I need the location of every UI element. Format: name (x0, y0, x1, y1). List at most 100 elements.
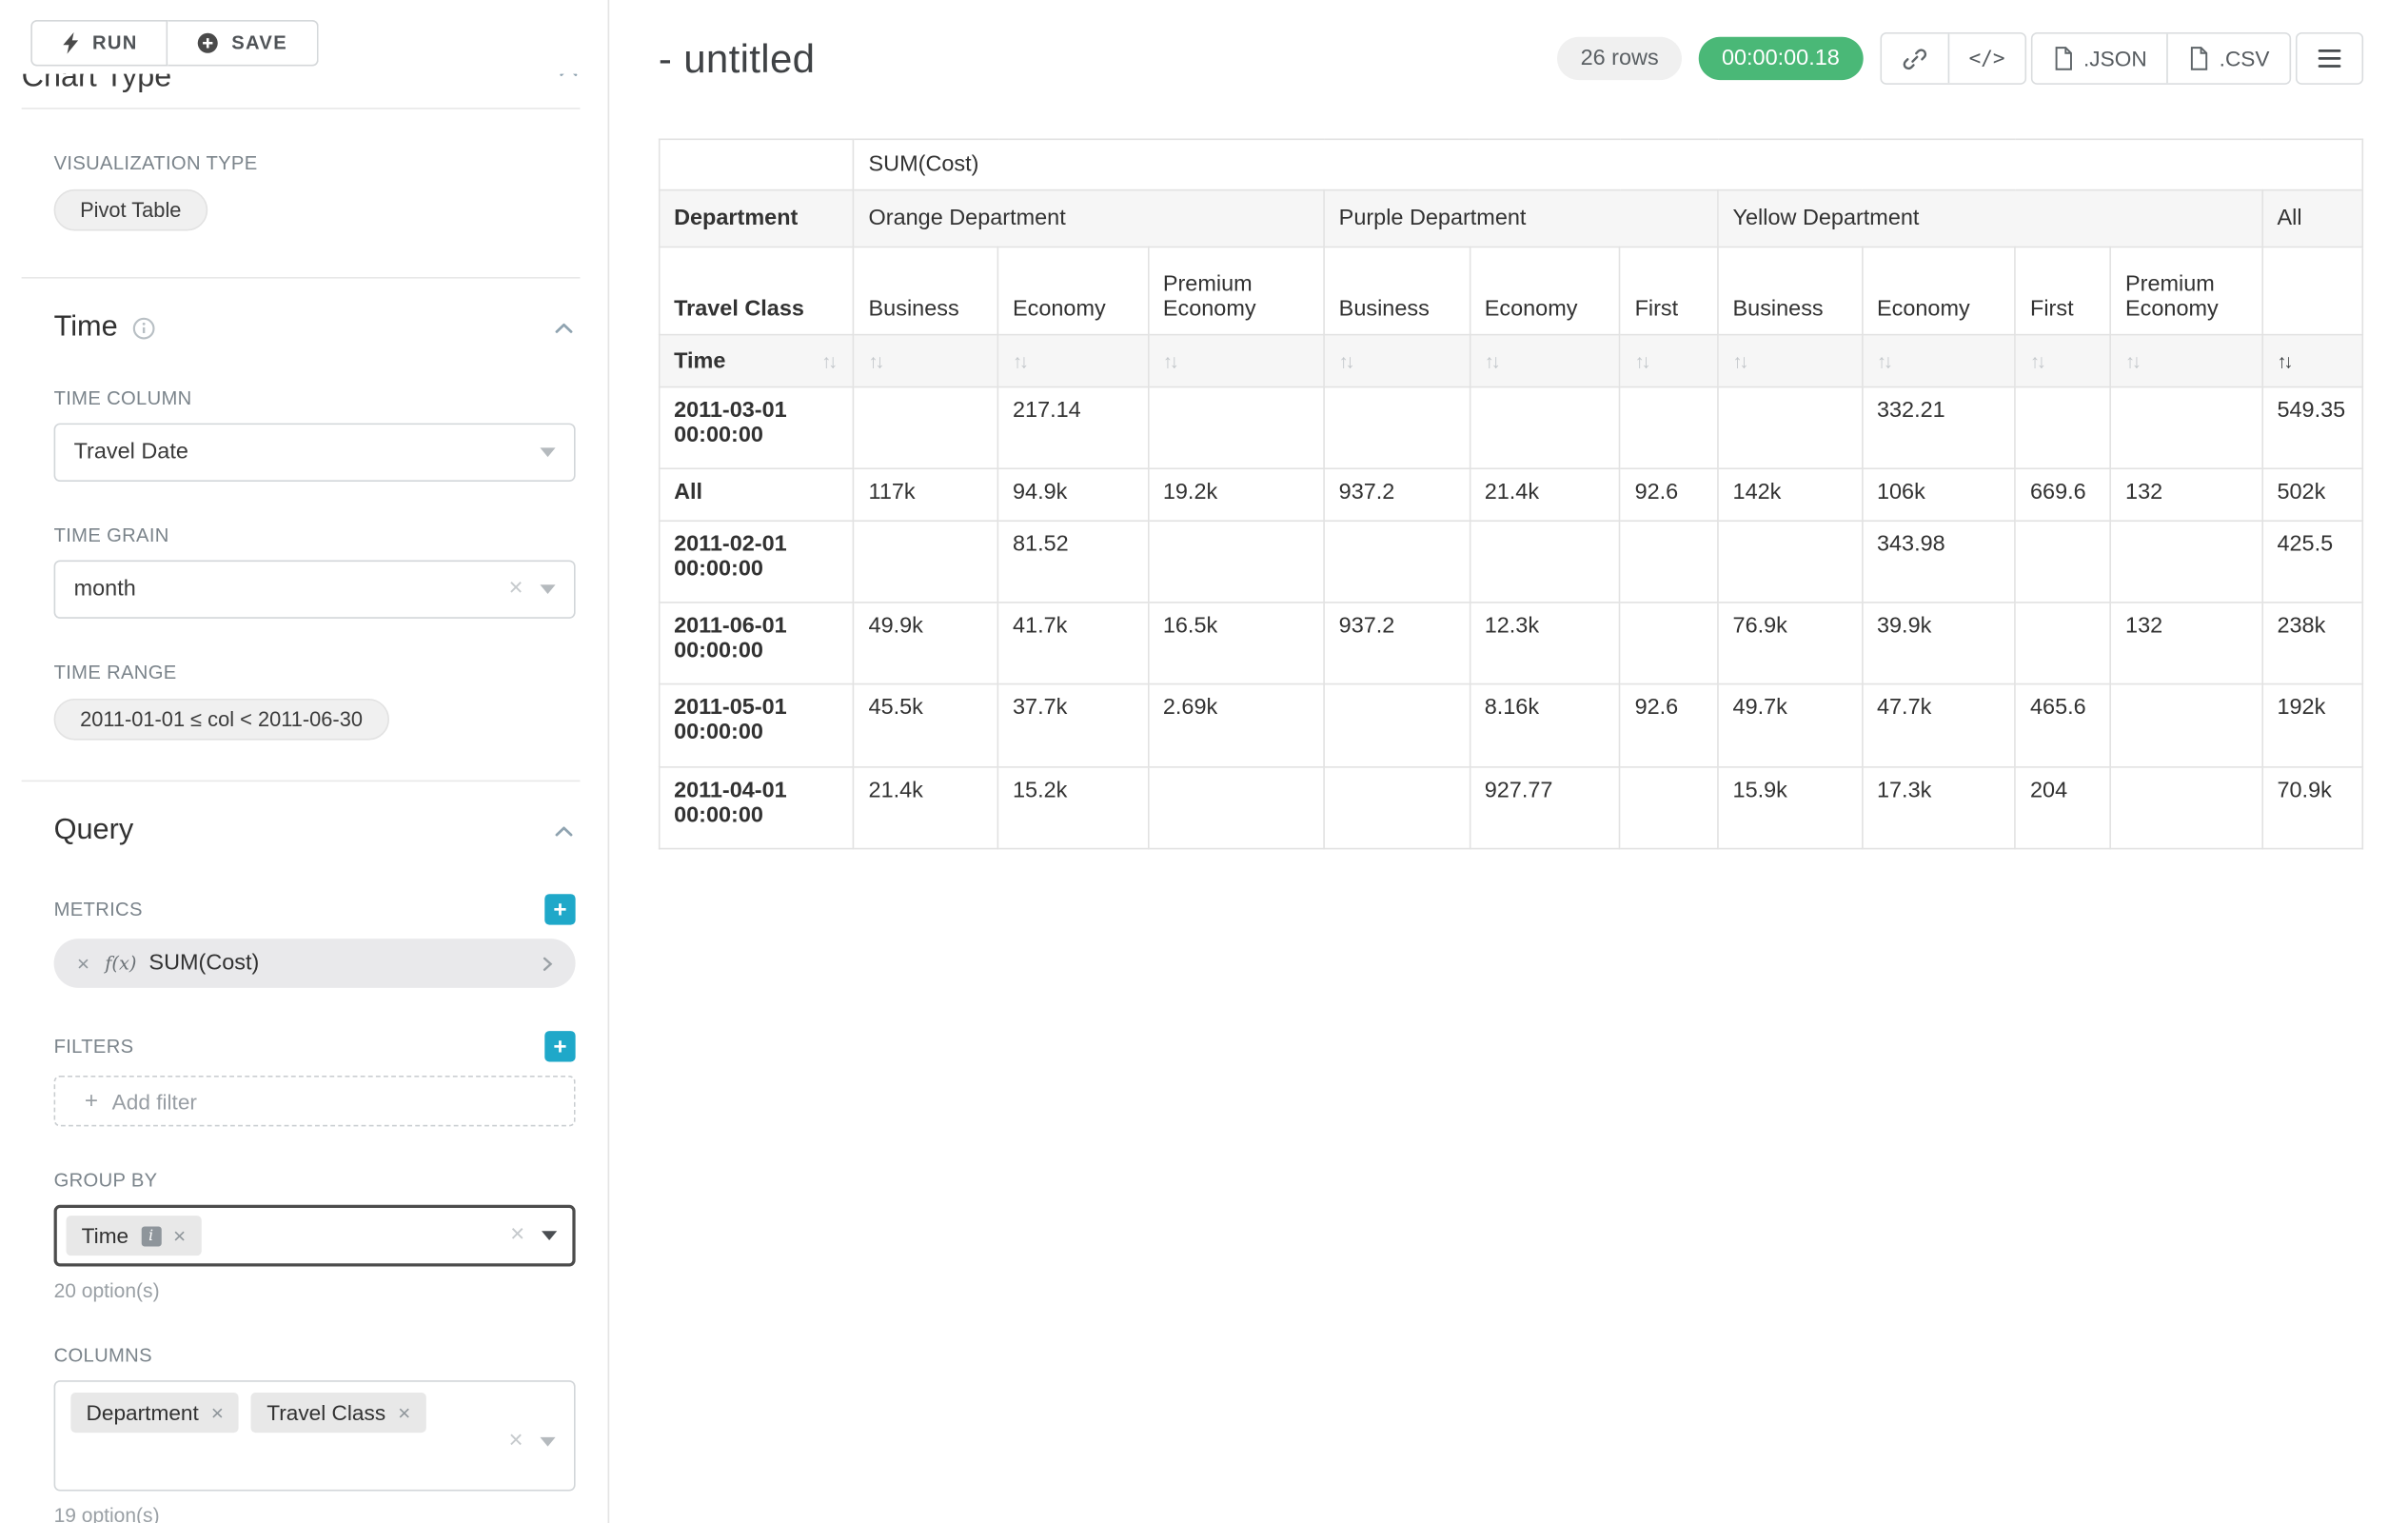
columns-select[interactable]: Department Travel Class (54, 1380, 576, 1491)
export-csv-button[interactable]: .CSV (2167, 34, 2290, 84)
sort-icon[interactable]: ↑↓ (821, 350, 839, 372)
pivot-row-label: 2011-06-01 00:00:00 (660, 603, 854, 684)
divider (22, 781, 581, 782)
chart-header: - untitled 26 rows 00:00:00.18 </> (659, 30, 2363, 86)
sort-icon[interactable]: ↑↓ (1635, 350, 1653, 372)
time-grain-select[interactable]: month (54, 560, 576, 618)
row-count-badge: 26 rows (1557, 37, 1682, 80)
chevron-up-icon[interactable] (557, 74, 580, 96)
chart-title[interactable]: - untitled (659, 34, 815, 82)
pivot-sort-header: ↑↓ (2016, 335, 2111, 387)
pivot-row-label: 2011-04-01 00:00:00 (660, 767, 854, 849)
pivot-sort-header: ↑↓ (854, 335, 997, 387)
pivot-sort-header: ↑↓ (2111, 335, 2262, 387)
pivot-class-header: First (2016, 247, 2111, 334)
columns-chip-department[interactable]: Department (70, 1393, 239, 1433)
pivot-class-header: Economy (1470, 247, 1620, 334)
sort-icon[interactable]: ↑↓ (1163, 350, 1181, 372)
pivot-class-header (2262, 247, 2362, 334)
pivot-value-cell: 343.98 (1863, 521, 2016, 603)
pivot-value-cell: 8.16k (1470, 684, 1620, 767)
plus-circle-icon (198, 32, 220, 54)
group-by-chip-time[interactable]: Time (67, 1216, 202, 1256)
time-section-header[interactable]: Time (54, 311, 576, 346)
chevron-up-icon[interactable] (552, 820, 575, 842)
pivot-class-header: Premium Economy (2111, 247, 2262, 334)
group-by-select[interactable]: Time (54, 1205, 576, 1267)
group-by-label: GROUP BY (54, 1170, 576, 1192)
hamburger-menu-icon (2318, 48, 2342, 69)
chevron-right-icon[interactable] (537, 953, 557, 973)
pivot-value-cell (854, 387, 997, 469)
pivot-value-cell (1620, 603, 1718, 684)
sort-icon[interactable]: ↑↓ (2125, 350, 2143, 372)
sort-icon[interactable]: ↑↓ (1733, 350, 1751, 372)
pivot-value-cell: 47.7k (1863, 684, 2016, 767)
file-icon (2053, 46, 2075, 70)
clear-icon[interactable] (509, 1430, 523, 1454)
chip-label: Department (87, 1400, 199, 1425)
chevron-up-icon[interactable] (552, 316, 575, 339)
time-column-select[interactable]: Travel Date (54, 424, 576, 482)
pivot-value-cell: 41.7k (998, 603, 1149, 684)
save-button[interactable]: SAVE (168, 20, 318, 66)
pivot-sort-header: ↑↓ (1148, 335, 1324, 387)
time-range-chip[interactable]: 2011-01-01 ≤ col < 2011-06-30 (54, 699, 389, 741)
menu-button-group (2296, 32, 2363, 85)
pivot-value-cell (1324, 767, 1470, 849)
remove-metric-icon[interactable] (77, 953, 89, 975)
pivot-class-header: Economy (1863, 247, 2016, 334)
embed-code-button[interactable]: </> (1947, 34, 2025, 84)
columns-chip-travel-class[interactable]: Travel Class (251, 1393, 425, 1433)
viz-type-chip[interactable]: Pivot Table (54, 189, 207, 231)
pivot-value-cell: 132 (2111, 468, 2262, 521)
add-filter-plus-button[interactable] (544, 1031, 575, 1061)
sort-icon[interactable]: ↑↓ (1013, 350, 1031, 372)
pivot-department-header: Yellow Department (1718, 190, 2262, 247)
clear-icon[interactable] (509, 577, 523, 602)
pivot-value-cell: 21.4k (854, 767, 997, 849)
sort-icon[interactable]: ↑↓ (869, 350, 887, 372)
code-icon: </> (1969, 47, 2005, 69)
pivot-value-cell: 465.6 (2016, 684, 2111, 767)
pivot-value-cell (2111, 521, 2262, 603)
pivot-value-cell (2111, 684, 2262, 767)
add-filter-button[interactable]: Add filter (54, 1076, 576, 1126)
chart-type-heading: Chart Type (22, 74, 172, 96)
pivot-sort-header: ↑↓ (998, 335, 1149, 387)
sort-icon[interactable]: ↑↓ (1485, 350, 1503, 372)
metric-chip[interactable]: f(x) SUM(Cost) (54, 939, 576, 988)
copy-link-button[interactable] (1881, 34, 1947, 84)
clear-icon[interactable] (510, 1223, 524, 1248)
link-icon (1901, 46, 1926, 71)
pivot-value-cell: 81.52 (998, 521, 1149, 603)
pivot-value-cell: 39.9k (1863, 603, 2016, 684)
run-button[interactable]: RUN (30, 20, 168, 66)
run-button-label: RUN (92, 32, 138, 54)
pivot-value-cell: 15.9k (1718, 767, 1862, 849)
remove-chip-icon[interactable] (211, 1402, 224, 1424)
sort-icon[interactable]: ↑↓ (1877, 350, 1895, 372)
chart-container: - untitled 26 rows 00:00:00.18 </> (611, 0, 2408, 1523)
remove-chip-icon[interactable] (173, 1225, 186, 1247)
save-button-label: SAVE (231, 32, 287, 54)
pivot-value-cell (2016, 603, 2111, 684)
query-section-header[interactable]: Query (54, 814, 576, 848)
pivot-value-cell: 12.3k (1470, 603, 1620, 684)
pivot-value-cell: 549.35 (2262, 387, 2362, 469)
remove-chip-icon[interactable] (398, 1402, 410, 1424)
pivot-sort-header: ↑↓ (1470, 335, 1620, 387)
pivot-value-cell (1620, 387, 1718, 469)
more-options-button[interactable] (2298, 34, 2362, 84)
export-json-button[interactable]: .JSON (2033, 34, 2167, 84)
pivot-sort-header: ↑↓ (1324, 335, 1470, 387)
sort-icon[interactable]: ↑↓ (2030, 350, 2048, 372)
pivot-value-cell: 204 (2016, 767, 2111, 849)
sort-desc-icon[interactable]: ↑↓ (2277, 350, 2295, 372)
pivot-value-cell (1148, 387, 1324, 469)
query-timer-badge: 00:00:00.18 (1699, 37, 1863, 80)
pivot-row-label: 2011-02-01 00:00:00 (660, 521, 854, 603)
sort-icon[interactable]: ↑↓ (1339, 350, 1357, 372)
pivot-value-cell: 502k (2262, 468, 2362, 521)
add-metric-button[interactable] (544, 894, 575, 924)
